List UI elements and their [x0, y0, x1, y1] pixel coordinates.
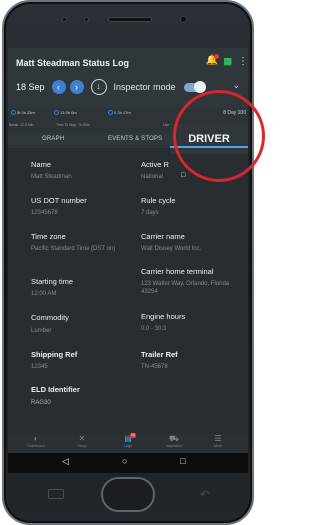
name-label: Name [31, 160, 52, 169]
home-button[interactable] [101, 477, 155, 512]
commodity-value: Lumber [31, 328, 52, 334]
date-navigation: 18 Sep ‹ › ↓ Inspector mode [16, 79, 206, 95]
nav-logs[interactable]: ▤ 10 Logs [110, 433, 146, 448]
gauge-icon: ◐ [33, 434, 39, 443]
clock-icon [11, 110, 16, 116]
trailer-ref-value: TN-45678 [141, 364, 168, 370]
hours-item: 5f 3h 23m [11, 110, 35, 116]
nav-more[interactable]: ☰ More [200, 434, 236, 448]
tab-graph[interactable]: GRAPH [42, 136, 64, 142]
hours-item: 0 2h 17m [108, 110, 131, 116]
more-options-icon[interactable]: ⋮ [238, 56, 248, 67]
eld-identifier-value: RAG30 [31, 400, 51, 406]
carrier-terminal-value: 123 Walter Way, Orlando, Florida 43254 [141, 281, 230, 295]
engine-hours-label: Engine hours [141, 312, 186, 321]
rule-cycle-label: Rule cycle [141, 196, 176, 205]
nav-inspection[interactable]: ⛟ Inspection [156, 434, 192, 448]
recent-apps-key-icon[interactable] [48, 489, 64, 499]
current-date: 18 Sep [16, 82, 45, 92]
active-ruleset-value: National [141, 174, 164, 180]
clock-icon [54, 110, 59, 116]
recents-square-icon[interactable]: □ [180, 456, 185, 466]
nav-dashboard[interactable]: ◐ Dashboard [18, 434, 54, 448]
download-icon[interactable]: ↓ [90, 79, 107, 95]
notification-dot [214, 54, 220, 59]
nav-setup[interactable]: ✕ Setup [64, 434, 100, 448]
menu-icon: ☰ [214, 434, 222, 443]
shipping-ref-value: 12345 [31, 364, 48, 370]
truck-status-icon[interactable]: ▦ [223, 56, 232, 67]
commodity-label: Commodity [31, 313, 69, 322]
hours-sub: Time Til Stop [56, 123, 77, 127]
edit-icon[interactable]: □ [181, 172, 185, 180]
toggle-knob [193, 80, 206, 93]
previous-day-button[interactable]: ‹ [51, 80, 66, 94]
tab-events-stops[interactable]: EVENTS & STOPS [108, 136, 162, 142]
active-ruleset-label: Active R [141, 160, 169, 169]
rule-cycle-value: 7 days [141, 210, 159, 216]
driver-tab-highlight-circle [173, 90, 265, 182]
carrier-terminal-label: Carrier home terminal [141, 267, 214, 276]
hours-sub: 7h 50m [78, 123, 90, 127]
logs-badge: 10 [130, 433, 136, 438]
inspector-mode-label: Inspector mode [113, 82, 176, 92]
chevron-down-icon[interactable]: ⌄ [232, 80, 240, 91]
hours-item: 13 0h 0m [54, 110, 77, 116]
phone-top-bezel [4, 2, 252, 50]
starting-time-label: Starting time [31, 277, 74, 286]
bottom-navigation: ◐ Dashboard ✕ Setup ▤ 10 Logs ⛟ Inspectio… [8, 433, 248, 453]
hours-sub: Break [9, 123, 19, 127]
system-navigation-bar: ◁ ○ □ [8, 453, 248, 473]
timezone-value: Pacific Standard Time (DST on) [31, 246, 116, 252]
eld-identifier-label: ELD Identifier [31, 385, 80, 394]
carrier-name-label: Carrier name [141, 232, 185, 241]
carrier-name-value: Walt Disney World Inc. [141, 246, 202, 252]
hours-sub: 12.5 Min [20, 123, 34, 127]
tools-icon: ✕ [78, 434, 86, 443]
appbar-actions: 🔔 ▦ ⋮ [205, 54, 248, 67]
truck-icon: ⛟ [168, 434, 180, 443]
back-key-icon[interactable]: ↶ [200, 488, 209, 501]
sensor-icon [84, 17, 89, 22]
name-value: Matt Steadman [31, 174, 72, 180]
speaker-grille [108, 17, 152, 22]
clock-icon [108, 110, 113, 116]
engine-hours-value: 0.0 - 30.3 [141, 326, 167, 332]
page-title: Matt Steadman Status Log [16, 58, 130, 68]
timezone-label: Time zone [31, 232, 66, 241]
usdot-value: 12345678 [31, 210, 58, 216]
sensor-icon [62, 17, 67, 22]
trailer-ref-label: Trailer Ref [141, 350, 178, 359]
notification-bell-icon[interactable]: 🔔 [205, 54, 220, 67]
home-circle-icon[interactable]: ○ [122, 456, 127, 466]
logs-icon: ▤ 10 [124, 433, 136, 443]
usdot-label: US DOT number [31, 196, 87, 205]
back-triangle-icon[interactable]: ◁ [62, 456, 69, 467]
shipping-ref-label: Shipping Ref [31, 350, 78, 359]
next-day-button[interactable]: › [69, 80, 84, 94]
starting-time-value: 12:00 AM [31, 291, 57, 297]
inspector-mode-toggle[interactable] [183, 80, 206, 93]
front-camera-icon [180, 16, 187, 23]
